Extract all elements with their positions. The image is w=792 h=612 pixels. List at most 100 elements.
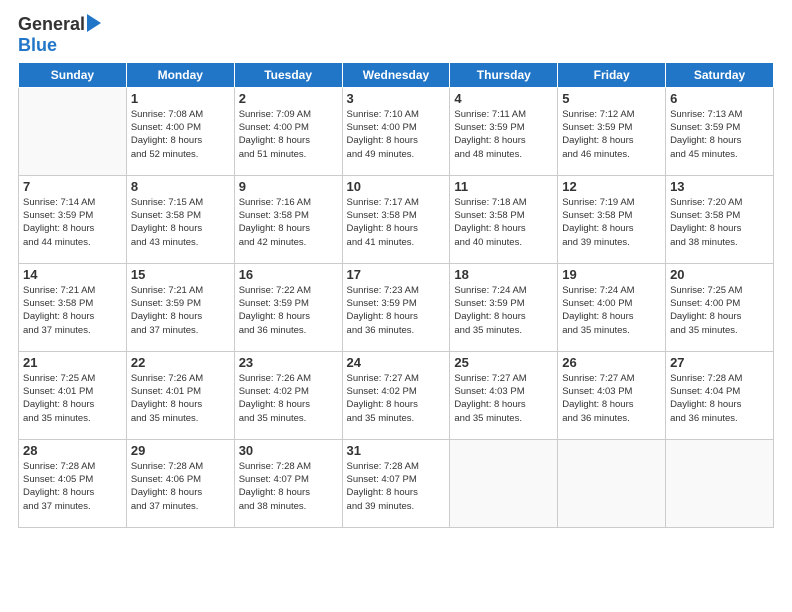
day-number: 3 bbox=[347, 91, 446, 106]
day-info: Sunrise: 7:25 AM Sunset: 4:01 PM Dayligh… bbox=[23, 372, 122, 425]
calendar-day-cell: 22Sunrise: 7:26 AM Sunset: 4:01 PM Dayli… bbox=[126, 351, 234, 439]
day-number: 2 bbox=[239, 91, 338, 106]
day-number: 8 bbox=[131, 179, 230, 194]
day-number: 19 bbox=[562, 267, 661, 282]
calendar-day-cell: 2 Sunrise: 7:09 AM Sunset: 4:00 PM Daylig… bbox=[234, 87, 342, 175]
day-number: 10 bbox=[347, 179, 446, 194]
calendar-weekday-saturday: Saturday bbox=[666, 62, 774, 87]
calendar-day-cell: 20Sunrise: 7:25 AM Sunset: 4:00 PM Dayli… bbox=[666, 263, 774, 351]
day-info: Sunrise: 7:28 AM Sunset: 4:04 PM Dayligh… bbox=[670, 372, 769, 425]
day-number: 25 bbox=[454, 355, 553, 370]
calendar-day-cell: 5 Sunrise: 7:12 AM Sunset: 3:59 PM Daylig… bbox=[558, 87, 666, 175]
day-info: Sunrise: 7:15 AM Sunset: 3:58 PM Dayligh… bbox=[131, 196, 230, 249]
calendar-week-row: 21 Sunrise: 7:25 AM Sunset: 4:01 PM Dayli… bbox=[19, 351, 774, 439]
day-info: Sunrise: 7:21 AM Sunset: 3:58 PM Dayligh… bbox=[23, 284, 122, 337]
logo: General Blue bbox=[18, 14, 101, 56]
calendar-day-cell: 3Sunrise: 7:10 AM Sunset: 4:00 PM Daylig… bbox=[342, 87, 450, 175]
day-info: Sunrise: 7:20 AM Sunset: 3:58 PM Dayligh… bbox=[670, 196, 769, 249]
calendar-week-row: 14 Sunrise: 7:21 AM Sunset: 3:58 PM Dayli… bbox=[19, 263, 774, 351]
day-info: Sunrise: 7:28 AM Sunset: 4:06 PM Dayligh… bbox=[131, 460, 230, 513]
calendar-day-cell: 1 Sunrise: 7:08 AM Sunset: 4:00 PM Daylig… bbox=[126, 87, 234, 175]
calendar-week-row: 7 Sunrise: 7:14 AM Sunset: 3:59 PM Daylig… bbox=[19, 175, 774, 263]
calendar-day-cell: 31 Sunrise: 7:28 AM Sunset: 4:07 PM Dayli… bbox=[342, 439, 450, 527]
calendar-day-cell: 18 Sunrise: 7:24 AM Sunset: 3:59 PM Dayli… bbox=[450, 263, 558, 351]
calendar-weekday-thursday: Thursday bbox=[450, 62, 558, 87]
calendar-day-cell: 9Sunrise: 7:16 AM Sunset: 3:58 PM Daylig… bbox=[234, 175, 342, 263]
calendar-day-cell: 25 Sunrise: 7:27 AM Sunset: 4:03 PM Dayli… bbox=[450, 351, 558, 439]
day-number: 7 bbox=[23, 179, 122, 194]
calendar-day-cell: 7 Sunrise: 7:14 AM Sunset: 3:59 PM Daylig… bbox=[19, 175, 127, 263]
day-info: Sunrise: 7:24 AM Sunset: 4:00 PM Dayligh… bbox=[562, 284, 661, 337]
day-info: Sunrise: 7:08 AM Sunset: 4:00 PM Dayligh… bbox=[131, 108, 230, 161]
day-info: Sunrise: 7:14 AM Sunset: 3:59 PM Dayligh… bbox=[23, 196, 122, 249]
calendar-day-cell: 16Sunrise: 7:22 AM Sunset: 3:59 PM Dayli… bbox=[234, 263, 342, 351]
day-info: Sunrise: 7:27 AM Sunset: 4:02 PM Dayligh… bbox=[347, 372, 446, 425]
day-number: 1 bbox=[131, 91, 230, 106]
day-info: Sunrise: 7:28 AM Sunset: 4:07 PM Dayligh… bbox=[347, 460, 446, 513]
day-info: Sunrise: 7:28 AM Sunset: 4:07 PM Dayligh… bbox=[239, 460, 338, 513]
day-number: 13 bbox=[670, 179, 769, 194]
calendar-day-cell: 29Sunrise: 7:28 AM Sunset: 4:06 PM Dayli… bbox=[126, 439, 234, 527]
day-info: Sunrise: 7:17 AM Sunset: 3:58 PM Dayligh… bbox=[347, 196, 446, 249]
calendar-day-cell: 27Sunrise: 7:28 AM Sunset: 4:04 PM Dayli… bbox=[666, 351, 774, 439]
calendar-day-cell: 26Sunrise: 7:27 AM Sunset: 4:03 PM Dayli… bbox=[558, 351, 666, 439]
calendar-day-cell: 17 Sunrise: 7:23 AM Sunset: 3:59 PM Dayli… bbox=[342, 263, 450, 351]
day-number: 23 bbox=[239, 355, 338, 370]
day-info: Sunrise: 7:11 AM Sunset: 3:59 PM Dayligh… bbox=[454, 108, 553, 161]
calendar-day-cell: 10 Sunrise: 7:17 AM Sunset: 3:58 PM Dayli… bbox=[342, 175, 450, 263]
calendar-weekday-monday: Monday bbox=[126, 62, 234, 87]
calendar-day-cell bbox=[450, 439, 558, 527]
calendar-day-cell: 6Sunrise: 7:13 AM Sunset: 3:59 PM Daylig… bbox=[666, 87, 774, 175]
day-number: 28 bbox=[23, 443, 122, 458]
day-number: 5 bbox=[562, 91, 661, 106]
day-info: Sunrise: 7:23 AM Sunset: 3:59 PM Dayligh… bbox=[347, 284, 446, 337]
day-info: Sunrise: 7:25 AM Sunset: 4:00 PM Dayligh… bbox=[670, 284, 769, 337]
day-info: Sunrise: 7:22 AM Sunset: 3:59 PM Dayligh… bbox=[239, 284, 338, 337]
day-info: Sunrise: 7:18 AM Sunset: 3:58 PM Dayligh… bbox=[454, 196, 553, 249]
calendar-weekday-tuesday: Tuesday bbox=[234, 62, 342, 87]
calendar-day-cell: 28 Sunrise: 7:28 AM Sunset: 4:05 PM Dayli… bbox=[19, 439, 127, 527]
calendar-day-cell: 19 Sunrise: 7:24 AM Sunset: 4:00 PM Dayli… bbox=[558, 263, 666, 351]
day-number: 18 bbox=[454, 267, 553, 282]
day-info: Sunrise: 7:27 AM Sunset: 4:03 PM Dayligh… bbox=[562, 372, 661, 425]
logo-triangle-icon bbox=[87, 14, 101, 32]
day-number: 4 bbox=[454, 91, 553, 106]
calendar-weekday-friday: Friday bbox=[558, 62, 666, 87]
calendar-day-cell: 4 Sunrise: 7:11 AM Sunset: 3:59 PM Daylig… bbox=[450, 87, 558, 175]
calendar-day-cell bbox=[558, 439, 666, 527]
day-info: Sunrise: 7:21 AM Sunset: 3:59 PM Dayligh… bbox=[131, 284, 230, 337]
logo-general: General bbox=[18, 15, 85, 35]
day-info: Sunrise: 7:24 AM Sunset: 3:59 PM Dayligh… bbox=[454, 284, 553, 337]
calendar-day-cell bbox=[666, 439, 774, 527]
day-info: Sunrise: 7:19 AM Sunset: 3:58 PM Dayligh… bbox=[562, 196, 661, 249]
calendar-day-cell bbox=[19, 87, 127, 175]
header: General Blue bbox=[18, 10, 774, 56]
calendar-day-cell: 14 Sunrise: 7:21 AM Sunset: 3:58 PM Dayli… bbox=[19, 263, 127, 351]
calendar-day-cell: 23 Sunrise: 7:26 AM Sunset: 4:02 PM Dayli… bbox=[234, 351, 342, 439]
day-number: 14 bbox=[23, 267, 122, 282]
calendar-day-cell: 21 Sunrise: 7:25 AM Sunset: 4:01 PM Dayli… bbox=[19, 351, 127, 439]
day-number: 15 bbox=[131, 267, 230, 282]
calendar-week-row: 1 Sunrise: 7:08 AM Sunset: 4:00 PM Daylig… bbox=[19, 87, 774, 175]
day-info: Sunrise: 7:12 AM Sunset: 3:59 PM Dayligh… bbox=[562, 108, 661, 161]
day-number: 31 bbox=[347, 443, 446, 458]
day-info: Sunrise: 7:28 AM Sunset: 4:05 PM Dayligh… bbox=[23, 460, 122, 513]
day-number: 11 bbox=[454, 179, 553, 194]
day-info: Sunrise: 7:09 AM Sunset: 4:00 PM Dayligh… bbox=[239, 108, 338, 161]
calendar-day-cell: 15 Sunrise: 7:21 AM Sunset: 3:59 PM Dayli… bbox=[126, 263, 234, 351]
day-number: 12 bbox=[562, 179, 661, 194]
day-number: 17 bbox=[347, 267, 446, 282]
day-number: 21 bbox=[23, 355, 122, 370]
day-info: Sunrise: 7:16 AM Sunset: 3:58 PM Dayligh… bbox=[239, 196, 338, 249]
calendar-weekday-sunday: Sunday bbox=[19, 62, 127, 87]
calendar-day-cell: 24Sunrise: 7:27 AM Sunset: 4:02 PM Dayli… bbox=[342, 351, 450, 439]
day-number: 22 bbox=[131, 355, 230, 370]
day-number: 30 bbox=[239, 443, 338, 458]
calendar-day-cell: 11 Sunrise: 7:18 AM Sunset: 3:58 PM Dayli… bbox=[450, 175, 558, 263]
calendar-header-row: SundayMondayTuesdayWednesdayThursdayFrid… bbox=[19, 62, 774, 87]
logo-text-block: General Blue bbox=[18, 14, 101, 56]
day-info: Sunrise: 7:27 AM Sunset: 4:03 PM Dayligh… bbox=[454, 372, 553, 425]
calendar-day-cell: 30 Sunrise: 7:28 AM Sunset: 4:07 PM Dayli… bbox=[234, 439, 342, 527]
day-info: Sunrise: 7:26 AM Sunset: 4:02 PM Dayligh… bbox=[239, 372, 338, 425]
calendar-day-cell: 13 Sunrise: 7:20 AM Sunset: 3:58 PM Dayli… bbox=[666, 175, 774, 263]
